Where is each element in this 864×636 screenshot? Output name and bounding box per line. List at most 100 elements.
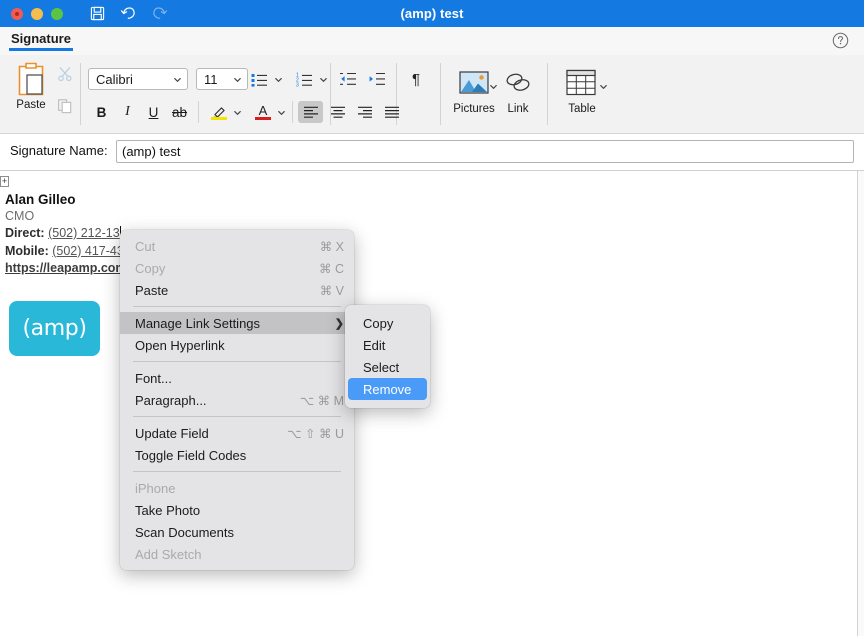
show-formatting-marks-icon[interactable]: ¶ bbox=[404, 68, 428, 90]
context-menu-item-label: Paste bbox=[135, 282, 169, 298]
signature-direct-value[interactable]: (502) 212-13 bbox=[48, 226, 120, 240]
link-label: Link bbox=[507, 103, 529, 115]
ribbon-tabstrip: Signature bbox=[0, 27, 864, 56]
submenu-item[interactable]: Remove bbox=[348, 378, 427, 400]
font-controls: Calibri 11 bbox=[88, 68, 248, 90]
cut-icon[interactable] bbox=[54, 63, 76, 85]
align-center-button[interactable] bbox=[325, 101, 350, 123]
underline-button[interactable]: U bbox=[142, 101, 165, 123]
signature-website-link[interactable]: https://leapamp.com bbox=[5, 260, 127, 278]
maximize-button[interactable] bbox=[51, 7, 63, 20]
ribbon-separator-1 bbox=[80, 63, 81, 125]
manage-link-settings-submenu[interactable]: Copy Edit Select Remove bbox=[345, 305, 430, 408]
svg-text:3: 3 bbox=[296, 82, 299, 87]
alignment-controls bbox=[298, 101, 404, 123]
minimize-button[interactable] bbox=[31, 7, 43, 20]
help-icon[interactable] bbox=[831, 31, 851, 51]
context-menu-item: Copy ⌘ C bbox=[120, 257, 354, 279]
context-menu-item: Add Sketch bbox=[120, 543, 354, 565]
signature-name-row: Signature Name: bbox=[0, 134, 864, 171]
signature-name-label: Signature Name: bbox=[10, 143, 108, 158]
context-menu-item-shortcut: ⌘ X bbox=[319, 239, 344, 254]
window-controls bbox=[11, 7, 63, 20]
table-label: Table bbox=[568, 103, 596, 115]
submenu-item[interactable]: Edit bbox=[348, 334, 427, 356]
context-menu-item-shortcut: ⌘ C bbox=[319, 261, 344, 276]
context-menu-item[interactable]: Paragraph... ⌥ ⌘ M bbox=[120, 389, 354, 411]
decrease-indent-icon[interactable] bbox=[336, 68, 359, 90]
font-family-value: Calibri bbox=[96, 71, 133, 87]
close-button[interactable] bbox=[11, 7, 23, 20]
context-menu-item-label: Take Photo bbox=[135, 502, 201, 518]
amp-logo-text: (amp) bbox=[22, 316, 87, 341]
context-menu-item-label: Update Field bbox=[135, 425, 209, 441]
title-bar: (amp) test bbox=[0, 0, 864, 27]
link-button[interactable]: Link bbox=[492, 63, 544, 115]
increase-indent-icon[interactable] bbox=[365, 68, 388, 90]
signature-content: Alan Gilleo CMO Direct: (502) 212-13 Mob… bbox=[5, 191, 127, 278]
font-family-dropdown[interactable]: Calibri bbox=[88, 68, 188, 90]
bullets-icon[interactable] bbox=[248, 68, 271, 90]
highlight-chevron-down-icon[interactable] bbox=[230, 101, 244, 123]
ribbon-group-clipboard: Paste bbox=[6, 55, 78, 133]
save-icon[interactable] bbox=[87, 4, 107, 24]
context-menu-separator bbox=[133, 471, 341, 472]
context-menu-item[interactable]: Font... bbox=[120, 367, 354, 389]
font-color-chevron-down-icon[interactable] bbox=[274, 101, 288, 123]
strikethrough-button[interactable]: ab bbox=[168, 101, 191, 123]
paste-label: Paste bbox=[16, 99, 46, 111]
app-window: (amp) test Signature Paste Calibri 11 1 … bbox=[0, 0, 864, 636]
align-right-button[interactable] bbox=[352, 101, 377, 123]
submenu-item[interactable]: Copy bbox=[348, 312, 427, 334]
font-color-icon[interactable]: A bbox=[252, 101, 274, 123]
highlight-color-icon[interactable] bbox=[208, 101, 230, 123]
context-menu-item[interactable]: Take Photo bbox=[120, 499, 354, 521]
signature-direct-line: Direct: (502) 212-13 bbox=[5, 225, 127, 243]
font-size-dropdown[interactable]: 11 bbox=[196, 68, 248, 90]
align-left-button[interactable] bbox=[298, 101, 323, 123]
context-menu-item[interactable]: Paste ⌘ V bbox=[120, 279, 354, 301]
bold-button[interactable]: B bbox=[90, 101, 113, 123]
highlight-color-swatch bbox=[211, 117, 227, 120]
context-menu-item-shortcut: ⌘ V bbox=[319, 283, 344, 298]
numbering-chevron-down-icon[interactable] bbox=[316, 68, 330, 90]
clipboard-mini-buttons bbox=[54, 63, 76, 127]
context-menu-item-label: Scan Documents bbox=[135, 524, 234, 540]
ribbon-separator-6 bbox=[440, 63, 441, 125]
signature-mobile-line: Mobile: (502) 417-43 bbox=[5, 243, 127, 261]
context-menu-item[interactable]: Manage Link Settings ❯ bbox=[120, 312, 354, 334]
justify-button[interactable] bbox=[379, 101, 404, 123]
context-menu-item[interactable]: Open Hyperlink bbox=[120, 334, 354, 356]
context-menu-item-label: Font... bbox=[135, 370, 172, 386]
context-menu-item-shortcut: ⌥ ⇧ ⌘ U bbox=[287, 426, 344, 441]
context-menu-item[interactable]: Scan Documents bbox=[120, 521, 354, 543]
bullets-chevron-down-icon[interactable] bbox=[271, 68, 285, 90]
italic-button[interactable]: I bbox=[116, 101, 139, 123]
amp-logo[interactable]: (amp) bbox=[9, 301, 100, 356]
context-menu-item-label: iPhone bbox=[135, 480, 176, 496]
numbering-icon[interactable]: 1 2 3 bbox=[293, 68, 316, 90]
context-menu-item: Cut ⌘ X bbox=[120, 235, 354, 257]
table-chevron-down-icon[interactable] bbox=[596, 75, 610, 97]
context-menu-separator bbox=[133, 416, 341, 417]
quick-access-toolbar bbox=[87, 4, 169, 24]
context-menu-item[interactable]: Toggle Field Codes bbox=[120, 444, 354, 466]
tab-signature[interactable]: Signature bbox=[9, 30, 73, 51]
context-menu-item-label: Add Sketch bbox=[135, 546, 202, 562]
font-size-value: 11 bbox=[204, 71, 218, 87]
table-move-handle[interactable]: + bbox=[0, 176, 9, 187]
context-menu-item[interactable]: Update Field ⌥ ⇧ ⌘ U bbox=[120, 422, 354, 444]
submenu-item[interactable]: Select bbox=[348, 356, 427, 378]
context-menu-item-shortcut: ⌥ ⌘ M bbox=[299, 393, 344, 408]
signature-name-input[interactable] bbox=[116, 140, 854, 163]
signature-mobile-value[interactable]: (502) 417-43 bbox=[52, 244, 124, 258]
context-menu[interactable]: Cut ⌘ X Copy ⌘ C Paste ⌘ V Manage Link Setting… bbox=[120, 230, 354, 570]
context-menu-item-label: Paragraph... bbox=[135, 392, 207, 408]
signature-person-name: Alan Gilleo bbox=[5, 192, 76, 207]
undo-icon[interactable] bbox=[118, 4, 138, 24]
pilcrow-glyph: ¶ bbox=[411, 70, 421, 88]
vertical-scrollbar[interactable] bbox=[858, 171, 864, 636]
context-menu-item-label: Copy bbox=[135, 260, 166, 276]
ribbon-separator-5 bbox=[292, 101, 293, 123]
paste-button[interactable]: Paste bbox=[8, 60, 54, 111]
